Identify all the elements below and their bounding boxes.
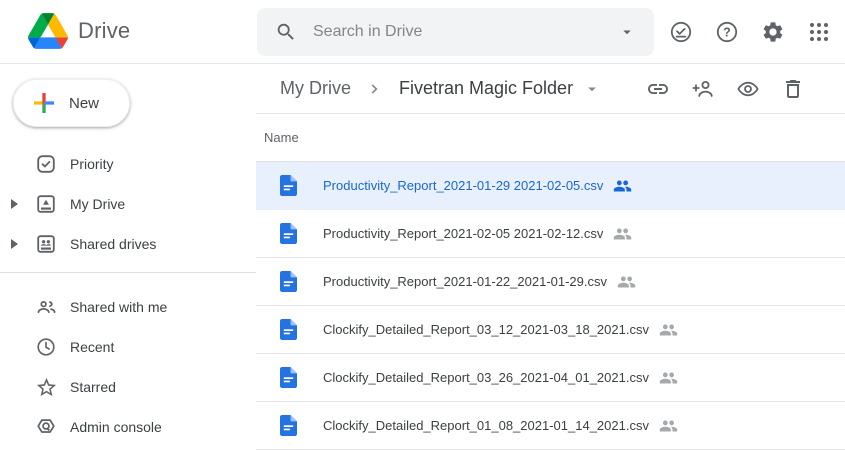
- sidebar-item-label: Starred: [70, 379, 116, 395]
- multicolor-plus-icon: [29, 88, 59, 118]
- file-row[interactable]: Productivity_Report_2021-01-22_2021-01-2…: [256, 258, 845, 306]
- sidebar-item-label: Admin console: [70, 419, 162, 435]
- file-doc-icon: [280, 367, 297, 388]
- file-doc-icon: [280, 415, 297, 436]
- recent-icon: [34, 335, 58, 359]
- priority-icon: [34, 152, 58, 176]
- expand-arrow-icon[interactable]: [10, 239, 20, 249]
- shared-people-icon: [659, 419, 678, 433]
- app-name: Drive: [78, 18, 130, 44]
- new-button[interactable]: New: [13, 79, 130, 127]
- file-doc-icon: [280, 319, 297, 340]
- file-name: Clockify_Detailed_Report_03_26_2021-04_0…: [323, 370, 649, 385]
- sidebar: New Priority My Drive: [0, 64, 256, 439]
- file-doc-icon: [280, 175, 297, 196]
- svg-text:?: ?: [723, 25, 731, 39]
- sidebar-item-recent[interactable]: Recent: [0, 327, 256, 367]
- file-name: Productivity_Report_2021-01-29 2021-02-0…: [323, 178, 603, 193]
- breadcrumb: My Drive Fivetran Magic Folder: [256, 64, 845, 114]
- sidebar-item-label: Priority: [70, 156, 114, 172]
- file-row[interactable]: Clockify_Detailed_Report_01_08_2021-01_1…: [256, 402, 845, 450]
- file-name: Clockify_Detailed_Report_01_08_2021-01_1…: [323, 418, 649, 433]
- delete-trash-icon[interactable]: [781, 77, 805, 101]
- offline-status-icon[interactable]: [669, 20, 693, 44]
- sidebar-item-starred[interactable]: Starred: [0, 367, 256, 407]
- file-doc-icon: [280, 271, 297, 292]
- share-person-add-icon[interactable]: [691, 77, 715, 101]
- file-row[interactable]: Clockify_Detailed_Report_03_12_2021-03_1…: [256, 306, 845, 354]
- shared-people-icon: [613, 179, 632, 193]
- expand-arrow-icon[interactable]: [10, 199, 20, 209]
- sidebar-item-shared-with-me[interactable]: Shared with me: [0, 287, 256, 327]
- search-bar[interactable]: [257, 8, 654, 56]
- shared-with-me-icon: [34, 295, 58, 319]
- search-input[interactable]: [313, 23, 618, 41]
- file-doc-icon: [280, 223, 297, 244]
- sidebar-item-label: My Drive: [70, 196, 125, 212]
- drive-logo-icon: [28, 13, 68, 49]
- main-content: My Drive Fivetran Magic Folder: [256, 64, 845, 439]
- sidebar-item-label: Shared with me: [70, 299, 167, 315]
- breadcrumb-root[interactable]: My Drive: [280, 78, 351, 99]
- get-link-icon[interactable]: [646, 77, 670, 101]
- sidebar-item-my-drive[interactable]: My Drive: [0, 184, 256, 224]
- preview-eye-icon[interactable]: [736, 77, 760, 101]
- shared-people-icon: [659, 371, 678, 385]
- sidebar-divider: [0, 272, 256, 273]
- shared-people-icon: [613, 227, 632, 241]
- sidebar-item-label: Recent: [70, 339, 114, 355]
- file-row[interactable]: Productivity_Report_2021-01-29 2021-02-0…: [256, 162, 845, 210]
- starred-icon: [34, 375, 58, 399]
- apps-grid-icon[interactable]: [807, 20, 831, 44]
- search-icon[interactable]: [275, 21, 297, 43]
- column-header-name[interactable]: Name: [256, 114, 845, 162]
- file-row[interactable]: Clockify_Detailed_Report_03_26_2021-04_0…: [256, 354, 845, 402]
- drive-logo-home-link[interactable]: Drive: [28, 13, 130, 49]
- sidebar-item-priority[interactable]: Priority: [0, 144, 256, 184]
- file-row[interactable]: Productivity_Report_2021-02-05 2021-02-1…: [256, 210, 845, 258]
- chevron-right-icon: [365, 79, 385, 99]
- sidebar-item-label: Shared drives: [70, 236, 156, 252]
- search-dropdown-caret-icon[interactable]: [618, 23, 636, 41]
- new-button-label: New: [69, 95, 99, 112]
- breadcrumb-current-folder[interactable]: Fivetran Magic Folder: [399, 78, 573, 99]
- top-bar: Drive ?: [0, 0, 845, 64]
- file-name: Productivity_Report_2021-02-05 2021-02-1…: [323, 226, 603, 241]
- shared-drives-icon: [34, 232, 58, 256]
- admin-console-icon: [34, 415, 58, 439]
- file-name: Clockify_Detailed_Report_03_12_2021-03_1…: [323, 322, 649, 337]
- shared-people-icon: [617, 275, 636, 289]
- file-name: Productivity_Report_2021-01-22_2021-01-2…: [323, 274, 607, 289]
- sidebar-item-shared-drives[interactable]: Shared drives: [0, 224, 256, 264]
- settings-icon[interactable]: [761, 20, 785, 44]
- help-icon[interactable]: ?: [715, 20, 739, 44]
- shared-people-icon: [659, 323, 678, 337]
- sidebar-item-admin-console[interactable]: Admin console: [0, 407, 256, 447]
- my-drive-icon: [34, 192, 58, 216]
- folder-dropdown-caret-icon[interactable]: [583, 80, 601, 98]
